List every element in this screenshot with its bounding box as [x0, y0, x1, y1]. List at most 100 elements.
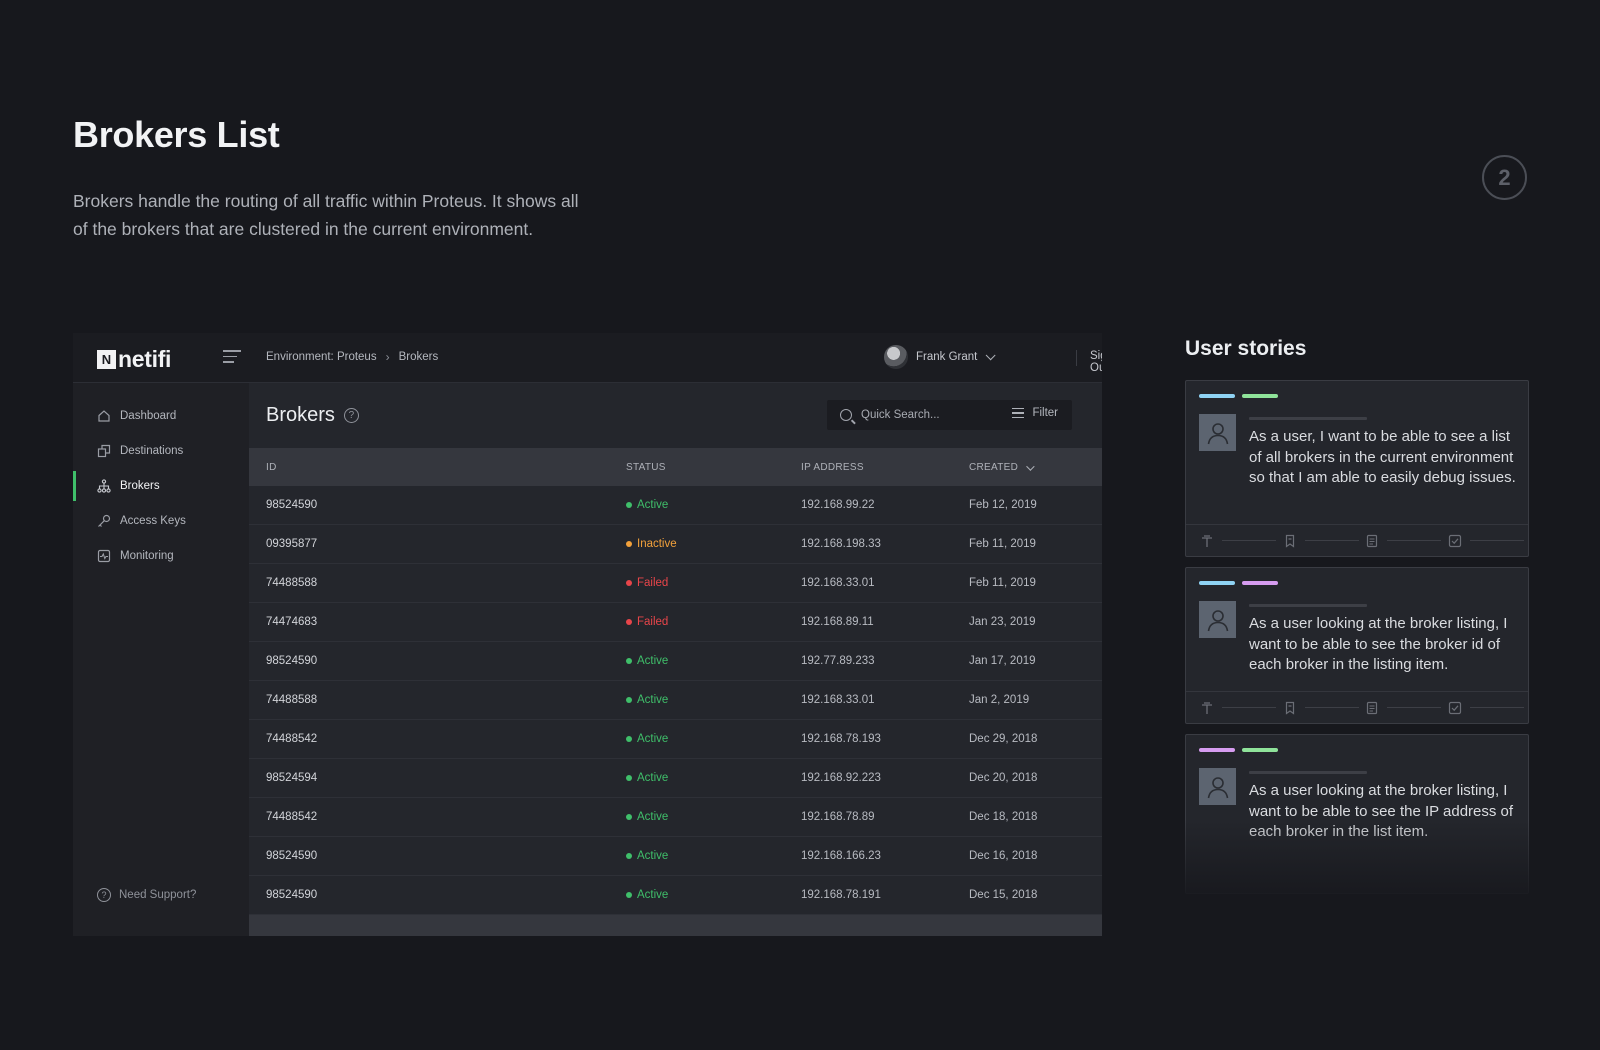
filter-button[interactable]: Filter — [1012, 407, 1058, 419]
column-header-id[interactable]: ID — [266, 462, 277, 473]
hamburger-menu-icon[interactable] — [223, 350, 241, 366]
story-footer-line — [1222, 539, 1276, 542]
column-header-created[interactable]: CREATED — [969, 461, 1035, 473]
status-badge: Active — [626, 694, 668, 706]
status-dot — [626, 697, 632, 703]
cell-ip-address: 192.168.99.22 — [801, 499, 875, 511]
key-icon — [97, 514, 111, 528]
user-story-card[interactable]: As a user, I want to be able to see a li… — [1185, 380, 1529, 557]
story-tag — [1242, 394, 1278, 398]
table-row[interactable]: 98524590 Active 192.168.99.22 Feb 12, 2019 — [249, 486, 1102, 525]
cell-ip-address: 192.168.166.23 — [801, 850, 881, 862]
chevron-right-icon: › — [385, 350, 390, 364]
home-icon — [97, 409, 111, 423]
sort-chevron-down-icon — [1026, 461, 1035, 471]
status-dot — [626, 736, 632, 742]
checkbox-icon — [1448, 534, 1462, 548]
table-row[interactable]: 09395877 Inactive 192.168.198.33 Feb 11, 20… — [249, 525, 1102, 564]
story-footer-item[interactable] — [1283, 701, 1366, 715]
status-badge: Failed — [626, 577, 668, 589]
search-input[interactable] — [861, 409, 991, 421]
breadcrumb-brokers[interactable]: Brokers — [399, 351, 439, 363]
filter-label: Filter — [1032, 407, 1058, 419]
story-footer-item[interactable] — [1365, 534, 1448, 548]
sidebar-item-monitoring[interactable]: Monitoring — [73, 541, 249, 571]
cell-id: 98524590 — [266, 655, 318, 667]
story-placeholder-line — [1249, 771, 1367, 774]
status-badge: Active — [626, 811, 668, 823]
bookmark-icon — [1283, 701, 1297, 715]
cell-created: Feb 12, 2019 — [969, 499, 1037, 511]
cell-id: 09395877 — [266, 538, 318, 550]
cell-id: 98524590 — [266, 850, 318, 862]
story-footer-line — [1387, 706, 1441, 709]
sign-out-button[interactable]: Sign Out — [1090, 350, 1102, 374]
status-label: Active — [637, 772, 669, 784]
table-row[interactable]: 74488588 Failed 192.168.33.01 Feb 11, 2019 — [249, 564, 1102, 603]
table-row[interactable]: 98524590 Active 192.77.89.233 Jan 17, 2019 — [249, 642, 1102, 681]
status-badge: Active — [626, 850, 668, 862]
story-footer-item[interactable] — [1365, 701, 1448, 715]
cell-id: 74488542 — [266, 811, 318, 823]
story-footer-line — [1304, 706, 1359, 709]
cell-created: Jan 23, 2019 — [969, 616, 1036, 628]
story-tag — [1199, 748, 1235, 752]
sidebar-item-brokers[interactable]: Brokers — [73, 471, 249, 501]
story-text: As a user looking at the broker listing,… — [1249, 615, 1508, 673]
story-footer-item[interactable] — [1448, 534, 1529, 548]
help-icon[interactable]: ? — [343, 408, 359, 423]
user-avatar-icon — [1199, 414, 1236, 451]
column-header-ip-address[interactable]: IP ADDRESS — [801, 462, 864, 473]
user-story-card[interactable]: As a user looking at the broker listing,… — [1185, 567, 1529, 724]
status-badge: Inactive — [626, 538, 677, 550]
need-support-link[interactable]: ? Need Support? — [97, 888, 196, 902]
sidebar-item-dashboard[interactable]: Dashboard — [73, 401, 249, 431]
table-row[interactable]: 74474683 Failed 192.168.89.11 Jan 23, 2019 — [249, 603, 1102, 642]
cell-created: Feb 11, 2019 — [969, 538, 1036, 550]
checkbox-icon — [1448, 701, 1462, 715]
column-header-status[interactable]: STATUS — [626, 462, 666, 473]
user-menu[interactable]: Frank Grant — [884, 345, 996, 369]
table-row[interactable]: 98524590 Active 192.168.78.191 Dec 15, 2018 — [249, 876, 1102, 915]
logo[interactable]: N netifi — [97, 346, 171, 373]
sidebar-item-destinations[interactable]: Destinations — [73, 436, 249, 466]
logo-mark: N — [97, 350, 116, 369]
page-description: Brokers handle the routing of all traffi… — [73, 191, 579, 239]
table-row[interactable]: 74488588 Active 192.168.33.01 Jan 2, 2019 — [249, 681, 1102, 720]
story-footer-item[interactable] — [1448, 701, 1529, 715]
search-icon — [840, 409, 852, 421]
user-name: Frank Grant — [916, 351, 978, 363]
table-row[interactable]: 74488542 Active 192.168.78.89 Dec 18, 2018 — [249, 798, 1102, 837]
cell-ip-address: 192.168.78.89 — [801, 811, 875, 823]
pin-icon — [1200, 701, 1214, 715]
sidebar-item-label: Brokers — [120, 480, 160, 492]
status-label: Active — [637, 811, 669, 823]
story-tag — [1199, 581, 1235, 585]
search-field[interactable] — [827, 400, 997, 430]
top-bar: N netifi Environment: Proteus › Brokers … — [73, 333, 1102, 383]
status-label: Active — [637, 733, 669, 745]
breadcrumb-environment[interactable]: Environment: Proteus — [266, 351, 377, 363]
table-row[interactable]: 98524594 Active 192.168.92.223 Dec 20, 2018 — [249, 759, 1102, 798]
cell-ip-address: 192.168.89.11 — [801, 616, 874, 628]
story-tags — [1199, 581, 1285, 585]
user-avatar-icon — [1199, 768, 1236, 805]
status-dot — [626, 814, 632, 820]
story-footer-item[interactable] — [1200, 701, 1283, 715]
user-story-card[interactable]: As a user looking at the broker listing,… — [1185, 734, 1529, 894]
search-bar: Filter — [827, 400, 1072, 430]
status-label: Active — [637, 850, 669, 862]
table-row[interactable]: 98524590 Active 192.168.166.23 Dec 16, 2018 — [249, 837, 1102, 876]
monitor-icon — [97, 549, 111, 563]
story-footer-item[interactable] — [1200, 534, 1283, 548]
sidebar-item-label: Access Keys — [120, 515, 186, 527]
avatar — [884, 345, 908, 369]
cell-created: Feb 11, 2019 — [969, 577, 1036, 589]
sidebar-item-access-keys[interactable]: Access Keys — [73, 506, 249, 536]
cell-ip-address: 192.168.78.193 — [801, 733, 881, 745]
table-row[interactable]: 74488542 Active 192.168.78.193 Dec 29, 2018 — [249, 720, 1102, 759]
story-footer-line — [1469, 539, 1524, 542]
cell-created: Dec 18, 2018 — [969, 811, 1038, 823]
story-footer-item[interactable] — [1283, 534, 1366, 548]
cell-ip-address: 192.77.89.233 — [801, 655, 875, 667]
